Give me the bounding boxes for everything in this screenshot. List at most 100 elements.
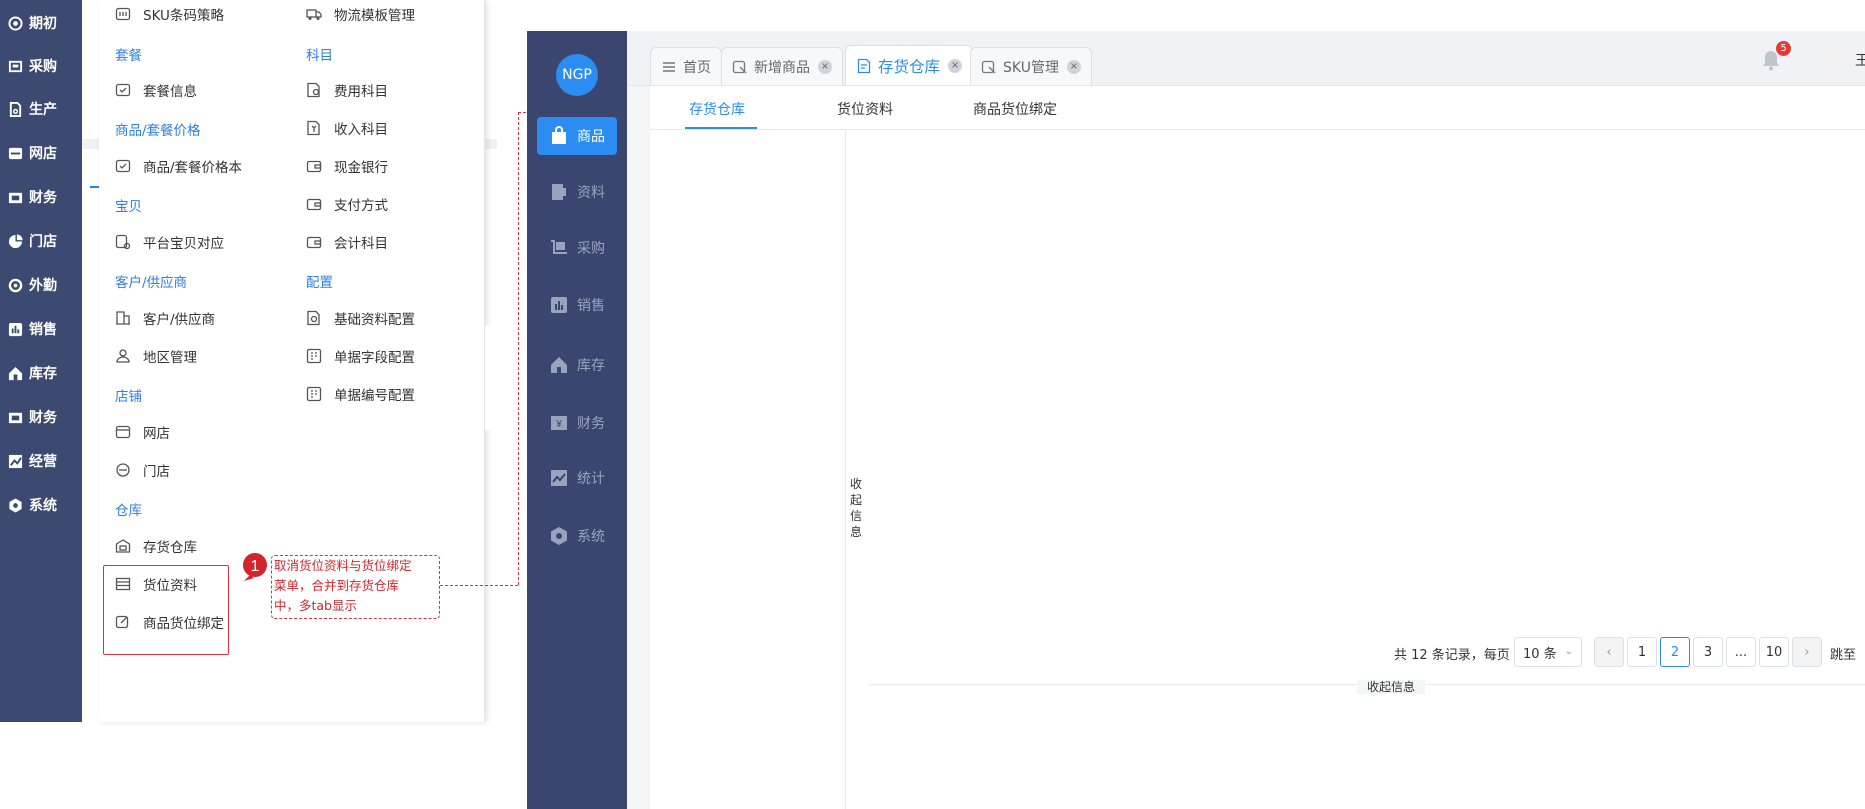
sidebar-item-system[interactable]: 系统 (0, 485, 82, 525)
sidebar-item-operation[interactable]: 经营 (0, 441, 82, 481)
menu-item-sku-strategy[interactable]: SKU条码策略 (115, 3, 224, 25)
menu-item-accounting-subject[interactable]: 会计科目 (306, 231, 388, 253)
menu-item-customer-supplier[interactable]: 客户/供应商 (115, 307, 215, 329)
menu-item-region[interactable]: 地区管理 (115, 345, 197, 367)
nav-label: 财务 (577, 416, 605, 432)
wallet-icon (306, 234, 322, 250)
tab-label: SKU管理 (1003, 59, 1059, 76)
sidebar-item-label: 采购 (29, 59, 57, 75)
page-size-select[interactable]: 10 条 ⌄ (1514, 637, 1582, 667)
menu-item-logistics-template[interactable]: 物流模板管理 (306, 3, 415, 25)
tab-warehouse[interactable]: 存货仓库 × (845, 45, 974, 85)
sidebar-item-finance[interactable]: 财务 (0, 177, 82, 217)
menu-item-platform-map[interactable]: 平台宝贝对应 (115, 231, 224, 253)
product-icon (981, 59, 997, 75)
menu-item-payment-method[interactable]: 支付方式 (306, 193, 388, 215)
menu-group-config: 配置 (306, 275, 333, 291)
menu-item-warehouse[interactable]: 存货仓库 (115, 535, 197, 557)
tab-home[interactable]: 首页 (650, 47, 722, 85)
collapse-toggle-bottom[interactable]: 收起信息 (1357, 680, 1425, 694)
shop-icon (8, 146, 23, 161)
menu-label: 商品/套餐价格本 (143, 160, 243, 176)
menu-item-field-config[interactable]: 单据字段配置 (306, 345, 415, 367)
next-page-button[interactable]: › (1792, 637, 1822, 667)
menu-edge (485, 325, 515, 430)
nav-item-product[interactable]: 商品 (537, 117, 617, 155)
gear-icon (8, 497, 23, 513)
nav-item-data[interactable]: 资料 (537, 173, 617, 211)
grid-icon (306, 386, 322, 402)
sidebar-item-purchase[interactable]: 采购 (0, 46, 82, 86)
nav-item-stats[interactable]: 统计 (537, 459, 617, 497)
menu-label: 门店 (143, 464, 170, 480)
subtab-location[interactable]: 货位资料 (837, 99, 893, 119)
subtab-binding[interactable]: 商品货位绑定 (973, 99, 1057, 119)
sidebar-item-label: 库存 (29, 366, 57, 382)
sidebar-item-label: 期初 (29, 16, 57, 32)
page-ellipsis[interactable]: ... (1726, 637, 1756, 667)
wallet-icon (306, 196, 322, 212)
main-nav: NGP 商品 资料 采购 销售 库存 ¥ 财务 统计 系统 (527, 31, 627, 809)
target-icon (8, 15, 23, 31)
tab-sku[interactable]: SKU管理 × (970, 47, 1092, 85)
sidebar-item-label: 系统 (29, 498, 57, 514)
warehouse-icon (115, 538, 131, 554)
sidebar-item-label: 销售 (29, 322, 57, 338)
sidebar-item-online-shop[interactable]: 网店 (0, 133, 82, 173)
close-icon[interactable]: × (818, 59, 832, 74)
nav-item-system[interactable]: 系统 (537, 517, 617, 555)
sidebar-item-store[interactable]: 门店 (0, 221, 82, 261)
page-size-value: 10 条 (1523, 646, 1557, 662)
username[interactable]: 王 (1855, 50, 1865, 70)
menu-item-income-account[interactable]: 收入科目 (306, 117, 388, 139)
avatar[interactable] (1817, 44, 1847, 74)
subtab-warehouse[interactable]: 存货仓库 (689, 99, 745, 119)
collapse-toggle-vertical[interactable]: 收起信息 (850, 476, 864, 540)
nav-item-inventory[interactable]: 库存 (537, 346, 617, 384)
main-area: 首页 新增商品 × 存货仓库 × SKU管理 × 5 王 存货仓库 货位资料 商品货位… (627, 31, 1865, 809)
package-icon (115, 82, 131, 98)
sidebar-item-label: 门店 (29, 234, 57, 250)
menu-item-package-info[interactable]: 套餐信息 (115, 79, 197, 101)
nav-label: 系统 (577, 529, 605, 545)
logo[interactable]: NGP (556, 54, 598, 96)
nav-label: 资料 (577, 185, 605, 201)
page-button-current[interactable]: 2 (1660, 637, 1690, 667)
link-icon (115, 234, 131, 250)
menu-label: 单据编号配置 (334, 388, 415, 404)
close-icon[interactable]: × (948, 58, 963, 73)
page-button[interactable]: 1 (1627, 637, 1657, 667)
tab-label: 新增商品 (754, 59, 810, 76)
sidebar-item-inventory[interactable]: 库存 (0, 353, 82, 393)
cart-icon (549, 238, 569, 258)
house-icon (549, 355, 569, 375)
nav-label: 商品 (577, 129, 605, 145)
chevron-down-icon: ⌄ (1564, 646, 1573, 657)
nav-label: 库存 (577, 358, 605, 374)
menu-item-cash-bank[interactable]: 现金银行 (306, 155, 388, 177)
menu-item-basic-config[interactable]: 基础资料配置 (306, 307, 415, 329)
nav-item-sales[interactable]: 销售 (537, 286, 617, 324)
nav-item-finance[interactable]: ¥ 财务 (537, 404, 617, 442)
menu-item-store[interactable]: 门店 (115, 459, 170, 481)
page-button[interactable]: 3 (1693, 637, 1723, 667)
notification-badge: 5 (1776, 41, 1791, 56)
menu-item-expense-account[interactable]: 费用科目 (306, 79, 388, 101)
sidebar-item-production[interactable]: 生产 (0, 89, 82, 129)
menu-item-online-store[interactable]: 网店 (115, 421, 170, 443)
sidebar-item-initial[interactable]: 期初 (0, 3, 82, 43)
nav-item-purchase[interactable]: 采购 (537, 229, 617, 267)
sidebar-item-field[interactable]: 外勤 (0, 265, 82, 305)
sidebar-item-finance-2[interactable]: 财务 (0, 397, 82, 437)
menu-label: 收入科目 (334, 122, 388, 138)
page-button[interactable]: 10 (1759, 637, 1789, 667)
tab-new-product[interactable]: 新增商品 × (721, 47, 843, 85)
truck-icon (8, 59, 23, 74)
chart-icon (549, 295, 569, 315)
close-icon[interactable]: × (1066, 59, 1081, 74)
prev-page-button[interactable]: ‹ (1594, 637, 1624, 667)
sidebar-item-sales[interactable]: 销售 (0, 309, 82, 349)
menu-item-price-book[interactable]: 商品/套餐价格本 (115, 155, 242, 177)
menu-item-number-config[interactable]: 单据编号配置 (306, 383, 415, 405)
connector-line (440, 585, 518, 586)
